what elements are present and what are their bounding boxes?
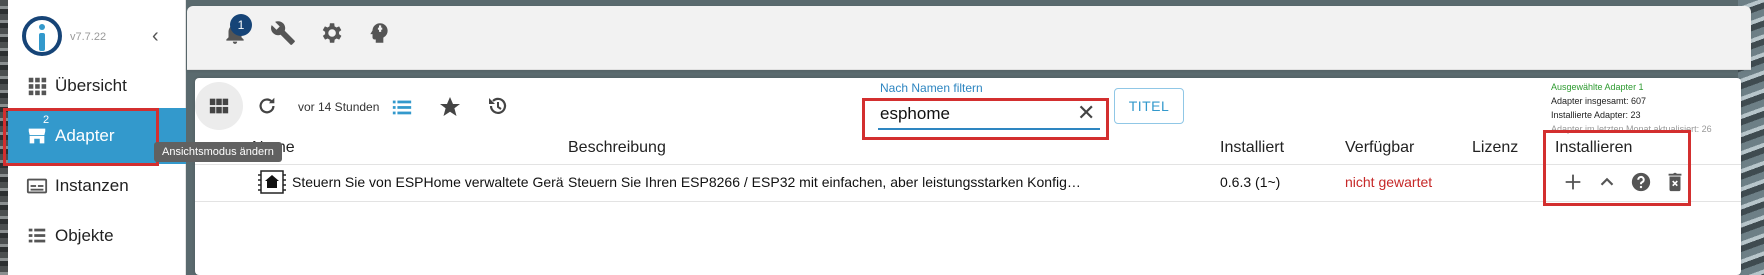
notification-count-badge: 1	[230, 14, 252, 36]
collapse-sidebar-chevron-icon[interactable]: ‹	[152, 26, 159, 46]
wrench-icon[interactable]	[270, 20, 296, 46]
name-filter-input[interactable]	[878, 100, 1100, 130]
sidebar-item-instances[interactable]: Instanzen	[8, 158, 186, 214]
instances-icon	[26, 178, 48, 194]
top-app-bar	[187, 6, 1751, 70]
sidebar-item-objects[interactable]: Objekte	[8, 208, 186, 264]
sidebar-item-overview[interactable]: Übersicht	[8, 58, 186, 114]
sidebar-item-label: Übersicht	[55, 76, 127, 95]
header-install: Installieren	[1555, 139, 1633, 156]
adapter-stats: Ausgewählte Adapter 1 Adapter insgesamt:…	[1551, 80, 1712, 136]
sidebar-item-label: Objekte	[55, 226, 114, 245]
head-icon[interactable]	[366, 20, 392, 46]
add-instance-plus-icon[interactable]	[1562, 171, 1584, 193]
header-license: Lizenz	[1472, 139, 1519, 156]
sidebar-item-label: Instanzen	[55, 176, 129, 195]
list-icon	[28, 228, 46, 243]
title-toggle-button[interactable]: TITEL	[1114, 88, 1184, 124]
expand-chevron-up-icon[interactable]	[1596, 171, 1618, 193]
gear-icon[interactable]	[318, 20, 344, 46]
delete-icon[interactable]	[1664, 171, 1686, 193]
history-icon[interactable]	[486, 94, 510, 118]
filter-label: Nach Namen filtern	[880, 81, 983, 95]
wallpaper-left	[0, 0, 8, 275]
grid-icon	[28, 77, 47, 96]
sidebar-item-label: Adapter	[55, 126, 115, 145]
adapter-name: Steuern Sie von ESPHome verwaltete Gerät…	[292, 174, 564, 190]
installed-adapters-stat: Installierte Adapter: 23	[1551, 110, 1641, 120]
header-installed: Installiert	[1220, 139, 1285, 156]
selected-adapters-stat: Ausgewählte Adapter 1	[1551, 82, 1644, 92]
header-description: Beschreibung	[568, 139, 666, 156]
version-label: v7.7.22	[70, 31, 107, 43]
total-adapters-stat: Adapter insgesamt: 607	[1551, 96, 1647, 106]
help-icon[interactable]	[1630, 171, 1652, 193]
star-icon[interactable]	[438, 95, 462, 119]
adapter-update-badge: 2	[43, 114, 50, 126]
sidebar: v7.7.22 ‹ Übersicht 2 Adapter Instanzen	[8, 0, 186, 275]
adapter-available-status: nicht gewartet	[1345, 174, 1433, 190]
esphome-adapter-icon	[258, 170, 286, 194]
tiles-view-icon	[209, 98, 229, 114]
list-view-icon[interactable]	[391, 96, 413, 118]
updated-adapters-stat: Adapter im letzten Monat aktualisiert: 2…	[1551, 124, 1712, 134]
iobroker-logo	[22, 16, 62, 56]
refresh-icon[interactable]	[256, 95, 278, 117]
view-mode-tooltip: Ansichtsmodus ändern	[154, 142, 282, 162]
last-update-label: vor 14 Stunden	[298, 100, 380, 114]
header-available: Verfügbar	[1345, 139, 1415, 156]
adapter-installed-version: 0.6.3 (1~)	[1220, 174, 1281, 190]
adapter-description: Steuern Sie Ihren ESP8266 / ESP32 mit ei…	[568, 174, 1081, 190]
store-icon	[28, 128, 46, 144]
clear-filter-icon[interactable]: ✕	[1077, 100, 1095, 126]
